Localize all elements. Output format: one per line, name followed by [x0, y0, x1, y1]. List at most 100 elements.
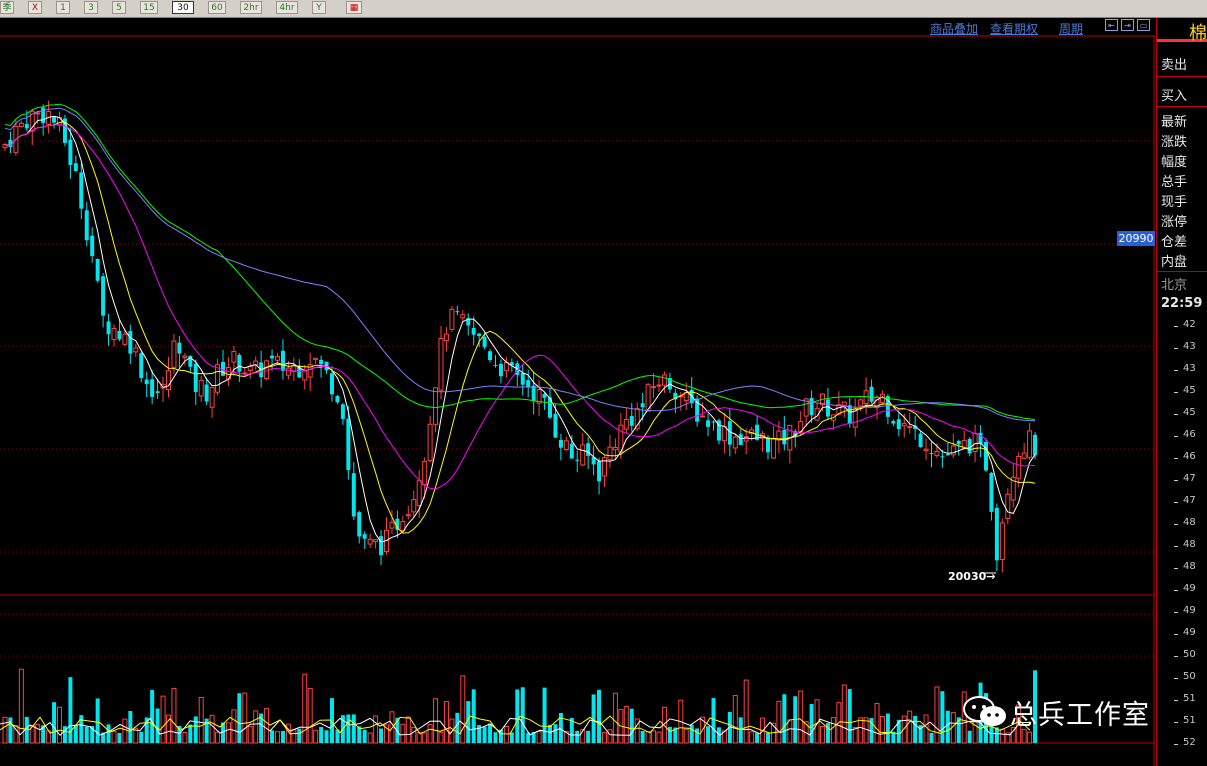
field-label: 涨停: [1161, 215, 1188, 230]
candle-up: [770, 438, 776, 459]
candle-up: [231, 350, 237, 363]
candle-down: [482, 336, 487, 348]
candle-up: [209, 386, 215, 408]
period-button-2hr[interactable]: 2hr: [240, 1, 262, 14]
kline-chart[interactable]: [0, 18, 1155, 766]
candle-down: [79, 172, 84, 209]
candle-up: [852, 408, 858, 428]
candle-down: [542, 394, 547, 398]
candle-down: [193, 363, 198, 392]
period-button-15[interactable]: 15: [140, 1, 158, 14]
volume-bar-down: [847, 689, 852, 743]
volume-bar-down: [193, 716, 198, 743]
buy-label: 买入: [1161, 89, 1188, 104]
volume-bar-down: [237, 693, 242, 743]
candle-down: [84, 210, 89, 241]
chart-canvas[interactable]: [0, 18, 1155, 766]
volume-bar-down: [597, 689, 602, 743]
candle-up: [438, 337, 444, 391]
axis-tick-label: 43: [1183, 363, 1196, 374]
candle-up: [122, 333, 128, 345]
axis-tick: [1174, 568, 1178, 569]
volume-bar-up: [1027, 731, 1033, 744]
period-button-季[interactable]: 季: [0, 1, 14, 14]
axis-tick-label: 45: [1183, 407, 1196, 418]
candle-down: [346, 418, 351, 471]
volume-bar-up: [182, 732, 188, 744]
candle-up: [18, 122, 24, 128]
candle-up: [934, 450, 940, 457]
volume-bar-up: [367, 732, 373, 744]
period-button-5[interactable]: 5: [112, 1, 126, 14]
candle-down: [640, 403, 645, 408]
zoom-in-icon[interactable]: ⇥: [1121, 19, 1134, 31]
candle-up: [171, 340, 177, 368]
volume-bar-up: [798, 690, 804, 744]
volume-bar-up: [602, 731, 607, 744]
period-button-1[interactable]: 1: [56, 1, 70, 14]
period-button-30[interactable]: 30: [172, 1, 194, 14]
candle-up: [389, 521, 395, 529]
options-link[interactable]: 查看期权: [990, 20, 1038, 37]
axis-tick: [1174, 502, 1178, 503]
volume-bar-up: [215, 731, 221, 744]
candle-down: [155, 391, 160, 394]
panel-header: 棉: [1157, 18, 1207, 44]
candle-up: [1021, 452, 1027, 459]
volume-bar-down: [711, 698, 716, 743]
overlay-link[interactable]: 商品叠加: [930, 20, 978, 37]
candle-up: [427, 423, 433, 462]
candle-up: [166, 370, 171, 391]
candle-down: [204, 384, 209, 402]
maximize-icon[interactable]: ▭: [1137, 19, 1150, 31]
candle-up: [35, 112, 41, 115]
period-button-60[interactable]: 60: [208, 1, 226, 14]
axis-tick-label: 48: [1183, 561, 1196, 572]
candle-up: [623, 418, 629, 430]
candle-up: [661, 374, 667, 386]
period-button-4hr[interactable]: 4hr: [276, 1, 298, 14]
candle-down: [52, 116, 57, 123]
volume-bar-down: [689, 724, 694, 743]
period-button-3[interactable]: 3: [84, 1, 98, 14]
calendar-icon[interactable]: ▦: [346, 1, 362, 14]
volume-bar-up: [242, 692, 248, 744]
candle-down: [940, 456, 945, 458]
period-button-y[interactable]: Y: [312, 1, 326, 14]
zoom-out-icon[interactable]: ⇤: [1105, 19, 1118, 31]
ma-line-ma60: [4, 107, 1036, 422]
volume-bar-down: [575, 730, 580, 743]
candle-up: [1016, 455, 1022, 479]
volume-bar-up: [863, 717, 869, 744]
volume-bar-down: [379, 728, 384, 743]
candle-up: [607, 446, 613, 461]
candle-down: [177, 342, 182, 354]
volume-bar-up: [307, 687, 313, 744]
volume-bar-down: [885, 713, 890, 743]
candle-down: [379, 536, 384, 556]
period-link[interactable]: 周期: [1059, 20, 1083, 37]
candle-down: [351, 473, 356, 517]
candle-up: [651, 386, 657, 389]
volume-bar-up: [820, 725, 825, 744]
volume-bar-down: [755, 732, 760, 743]
time-label: 22:59: [1161, 296, 1203, 311]
volume-bar-up: [874, 702, 880, 744]
candle-up: [367, 538, 373, 545]
low-price-annotation: 20030→: [948, 570, 996, 583]
candle-down: [766, 437, 770, 453]
candle-down: [918, 433, 923, 448]
volume-bar-down: [488, 723, 493, 743]
sell-label: 卖出: [1161, 58, 1188, 73]
period-button-x[interactable]: X: [28, 1, 42, 14]
candle-up: [411, 499, 417, 513]
candle-up: [449, 308, 455, 330]
axis-tick-label: 43: [1183, 341, 1196, 352]
axis-tick: [1174, 414, 1178, 415]
wechat-icon: [960, 694, 1010, 730]
candle-down: [706, 420, 711, 427]
ma-line-ma10: [4, 121, 1036, 534]
axis-tick: [1174, 524, 1178, 525]
axis-tick-label: 50: [1183, 649, 1196, 660]
candle-up: [111, 327, 117, 341]
